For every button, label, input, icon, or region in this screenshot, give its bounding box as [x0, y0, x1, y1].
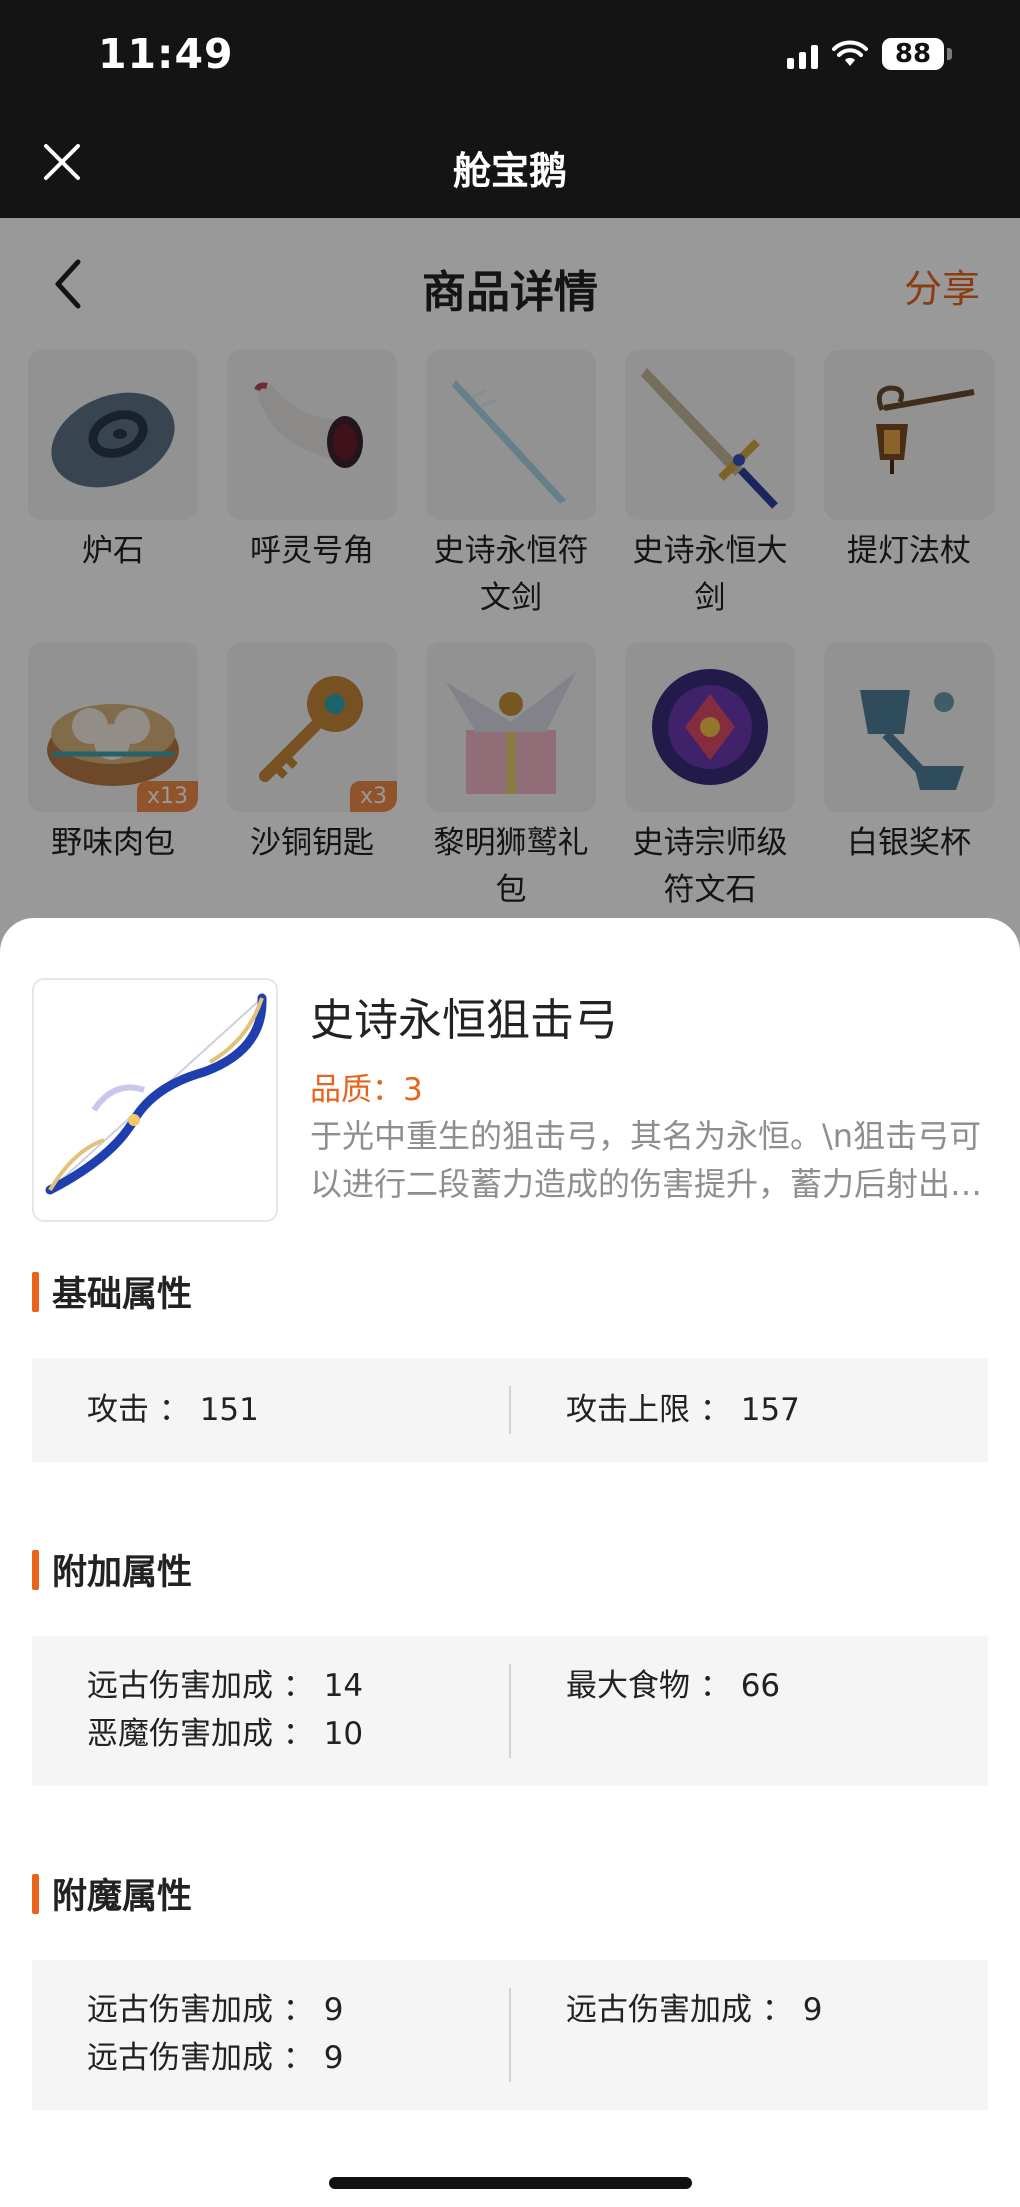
battery-icon: 88 [882, 38, 944, 70]
attr-line: 攻击上限 ： 157 [566, 1392, 800, 1428]
bow-icon [45, 993, 267, 1195]
battery-level: 88 [894, 39, 932, 69]
product-image [32, 978, 278, 1222]
attr-box-enchant: 远古伤害加成 ： 9 远古伤害加成 ： 9 远古伤害加成 ： 9 [32, 1960, 988, 2110]
attr-col-right: 远古伤害加成 ： 9 [566, 1960, 822, 2110]
attr-line: 恶魔伤害加成 ： 10 [87, 1716, 364, 1752]
product-name: 史诗永恒狙击弓 [310, 995, 618, 1046]
attr-box-extra: 远古伤害加成 ： 14 恶魔伤害加成 ： 10 最大食物 ： 66 [32, 1636, 988, 1786]
product-description: 于光中重生的狙击弓，其名为永恒。\n狙击弓可以进行二段蓄力造成的伤害提升，蓄力后… [310, 1117, 983, 1203]
product-sheet: 史诗永恒狙击弓 品质：3 于光中重生的狙击弓，其名为永恒。\n狙击弓可以进行二段… [0, 918, 1020, 2207]
attr-line: 远古伤害加成 ： 14 [87, 1668, 364, 1704]
attr-col-left: 攻击 ： 151 [87, 1358, 259, 1462]
attr-col-right: 攻击上限 ： 157 [566, 1358, 800, 1462]
status-time: 11:49 [98, 30, 234, 78]
attr-divider [509, 1386, 511, 1434]
attr-box-basic: 攻击 ： 151 攻击上限 ： 157 [32, 1358, 988, 1462]
attr-col-left: 远古伤害加成 ： 14 恶魔伤害加成 ： 10 [87, 1636, 363, 1786]
attr-line: 攻击 ： 151 [87, 1392, 259, 1428]
attr-line: 最大食物 ： 66 [566, 1668, 781, 1704]
app-title: 舱宝鹅 [452, 149, 567, 193]
section-title-enchant: 附魔属性 [32, 1868, 192, 1919]
attr-col-left: 远古伤害加成 ： 9 远古伤害加成 ： 9 [87, 1960, 343, 2110]
section-title-basic: 基础属性 [32, 1266, 192, 1317]
signal-icon [787, 39, 818, 286]
attr-line: 远古伤害加成 ： 9 [566, 1992, 823, 2028]
status-bar: 11:49 88 [0, 0, 1020, 286]
status-icons: 88 [787, 38, 952, 286]
attr-divider [509, 1988, 511, 2082]
section-title-extra: 附加属性 [32, 1544, 192, 1595]
attr-line: 远古伤害加成 ： 9 [87, 1992, 344, 2028]
attr-divider [509, 1664, 511, 1758]
wifi-icon [832, 40, 868, 66]
app-bar: 舱宝鹅 [0, 118, 1020, 218]
attr-line: 远古伤害加成 ： 9 [87, 2040, 344, 2076]
home-indicator[interactable] [329, 2177, 692, 2189]
product-quality: 品质：3 [310, 1072, 423, 1108]
attr-col-right: 最大食物 ： 66 [566, 1636, 780, 1786]
